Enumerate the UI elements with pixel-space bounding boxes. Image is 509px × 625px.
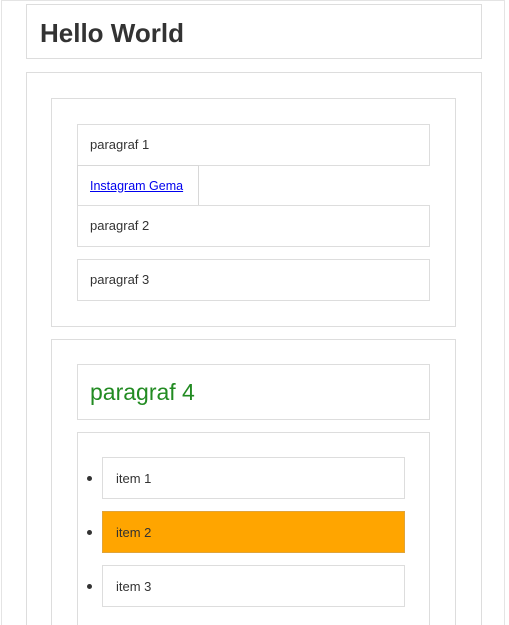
list-item-1-text: item 1 [116,470,152,486]
bullet-icon [87,476,92,481]
paragraph-1: paragraf 1 [77,124,430,166]
header-box: Hello World [26,4,482,59]
list-item-3: item 3 [102,565,405,607]
page-title: Hello World [40,18,184,48]
bullet-icon [87,584,92,589]
list-item-2-highlighted: item 2 [102,511,405,553]
paragraph-2: paragraf 2 [77,205,430,247]
paragraph-4: paragraf 4 [77,364,430,420]
list-item-1: item 1 [102,457,405,499]
paragraph-1-text: paragraf 1 [90,137,150,152]
paragraph-3: paragraf 3 [77,259,430,301]
instagram-link[interactable]: Instagram Gema [90,178,183,194]
list-item-2-text: item 2 [116,524,152,540]
bullet-icon [87,530,92,535]
list-item-3-text: item 3 [116,578,152,594]
instagram-link-box: Instagram Gema [77,165,199,206]
paragraph-3-text: paragraf 3 [90,272,150,287]
paragraph-4-heading: paragraf 4 [90,379,195,405]
page: Hello World paragraf 1 Instagram Gema pa… [0,0,509,625]
paragraph-2-text: paragraf 2 [90,218,150,233]
